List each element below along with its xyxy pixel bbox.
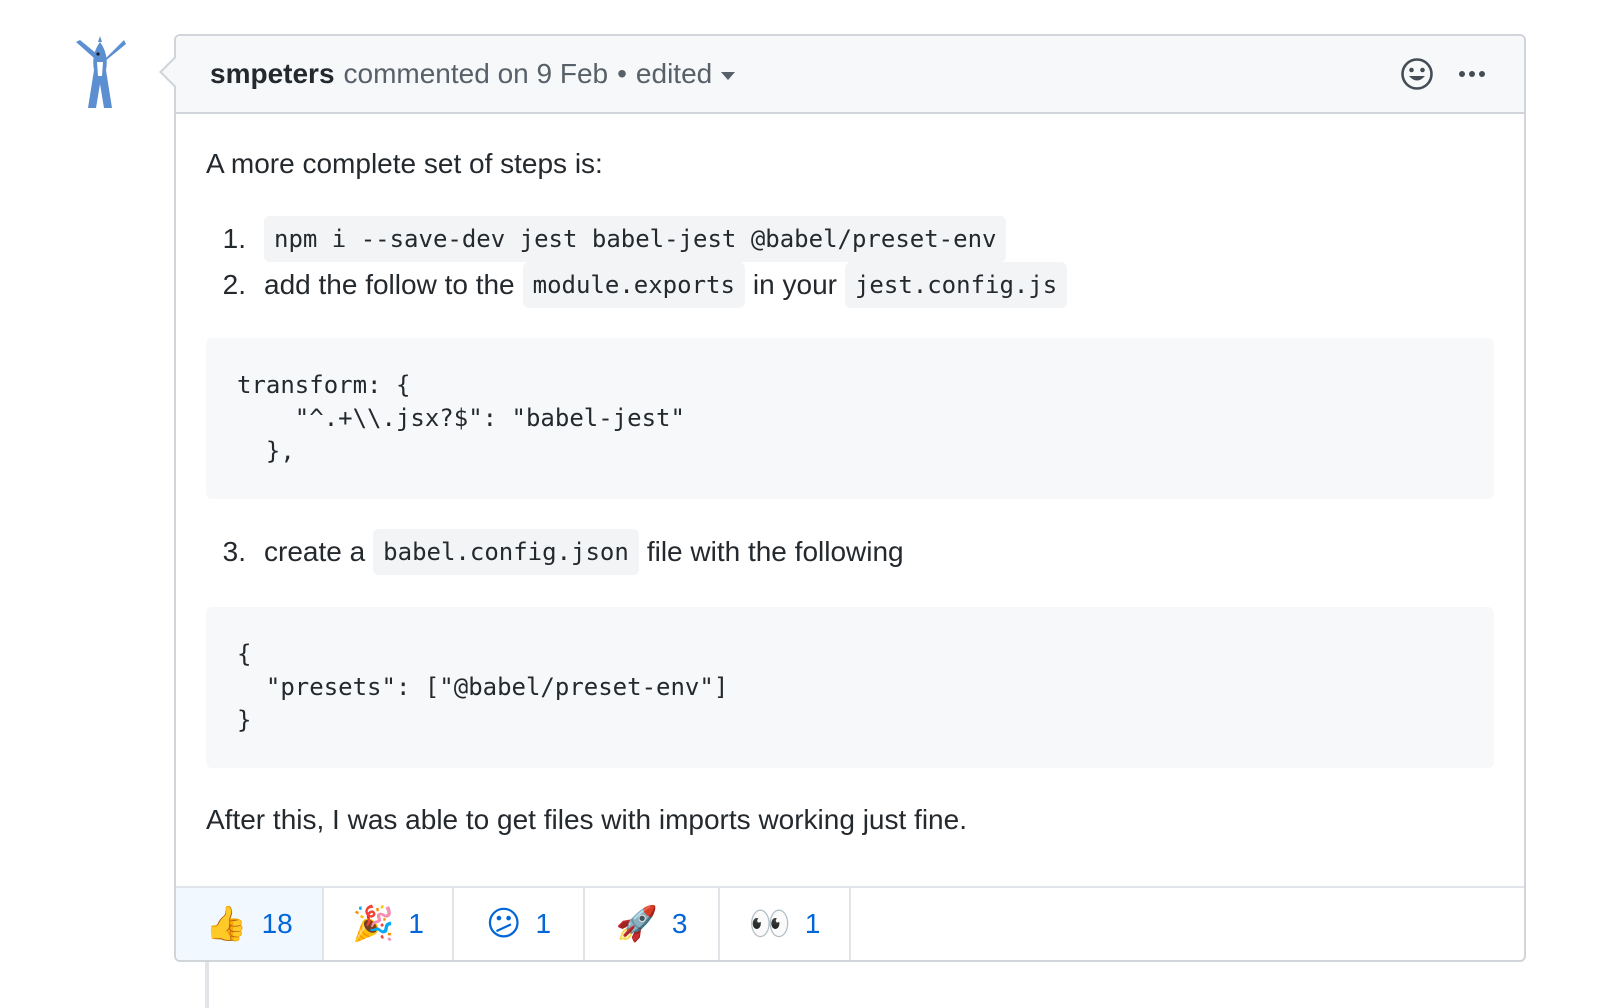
inline-code: module.exports (522, 262, 745, 308)
meta-separator: • (617, 58, 627, 89)
shark-avatar-icon (76, 36, 126, 108)
step-text: create a (264, 536, 366, 567)
steps-list: 1. npm i --save-dev jest babel-jest @bab… (206, 216, 1494, 308)
list-item: 1. npm i --save-dev jest babel-jest @bab… (206, 216, 1494, 262)
step-text: add the follow to the (264, 269, 515, 300)
smiley-icon (1401, 58, 1433, 90)
add-reaction-button[interactable] (1400, 57, 1434, 91)
issue-comment-view: smpeters commented on 9 Feb • edited A m… (0, 0, 1616, 1008)
comment-body: A more complete set of steps is: 1. npm … (176, 114, 1524, 840)
reaction-count: 1 (804, 908, 821, 939)
list-number: 3. (222, 536, 246, 567)
reaction-rocket-button[interactable]: 🚀 3 (585, 888, 720, 960)
author-link[interactable]: smpeters (210, 58, 335, 90)
timeline-line (205, 960, 209, 1008)
code-block: transform: { "^.+\\.jsx?$": "babel-jest"… (206, 338, 1494, 499)
reaction-count: 1 (408, 908, 424, 939)
reaction-confused-button[interactable]: 😕 1 (454, 888, 585, 960)
intro-paragraph: A more complete set of steps is: (206, 148, 603, 179)
inline-code: babel.config.json (373, 529, 639, 575)
step-text: in your (752, 269, 837, 300)
edited-dropdown[interactable]: edited (635, 58, 736, 90)
list-item: 3. create a babel.config.json file with … (206, 529, 1494, 575)
kebab-horizontal-icon (1459, 71, 1485, 77)
comment-box: smpeters commented on 9 Feb • edited A m… (159, 34, 1526, 962)
thumbs-up-icon: 👍 (205, 905, 248, 943)
outro-paragraph: After this, I was able to get files with… (206, 804, 967, 835)
comment-actions (1400, 36, 1486, 112)
inline-code: jest.config.js (844, 262, 1068, 308)
eyes-icon: 👀 (748, 905, 791, 943)
steps-list: 3. create a babel.config.json file with … (206, 529, 1494, 575)
code-block: { "presets": ["@babel/preset-env"] } (206, 607, 1494, 768)
list-item: 2. add the follow to the module.exports … (206, 262, 1494, 308)
chevron-down-icon (721, 71, 736, 80)
reaction-eyes-button[interactable]: 👀 1 (720, 888, 851, 960)
rocket-icon: 🚀 (615, 905, 658, 943)
reaction-count: 18 (261, 908, 293, 939)
list-number: 2. (222, 269, 246, 300)
edited-label: edited (635, 58, 713, 89)
reaction-hooray-button[interactable]: 🎉 1 (324, 888, 454, 960)
list-number: 1. (222, 223, 246, 254)
reaction-count: 3 (671, 908, 688, 939)
more-options-button[interactable] (1458, 70, 1486, 78)
reaction-thumbs-up-button[interactable]: 👍 18 (176, 888, 324, 960)
reactions-bar: 👍 18 🎉 1 😕 1 🚀 3 👀 1 (176, 886, 1524, 960)
reaction-count: 1 (535, 908, 552, 939)
comment-header: smpeters commented on 9 Feb • edited (176, 36, 1524, 114)
step-text: file with the following (646, 536, 904, 567)
confused-face-icon: 😕 (485, 905, 522, 943)
party-popper-icon: 🎉 (352, 905, 395, 943)
inline-code: npm i --save-dev jest babel-jest @babel/… (264, 216, 1007, 262)
author-avatar[interactable] (70, 36, 130, 114)
comment-timestamp[interactable]: commented on 9 Feb (344, 58, 609, 90)
